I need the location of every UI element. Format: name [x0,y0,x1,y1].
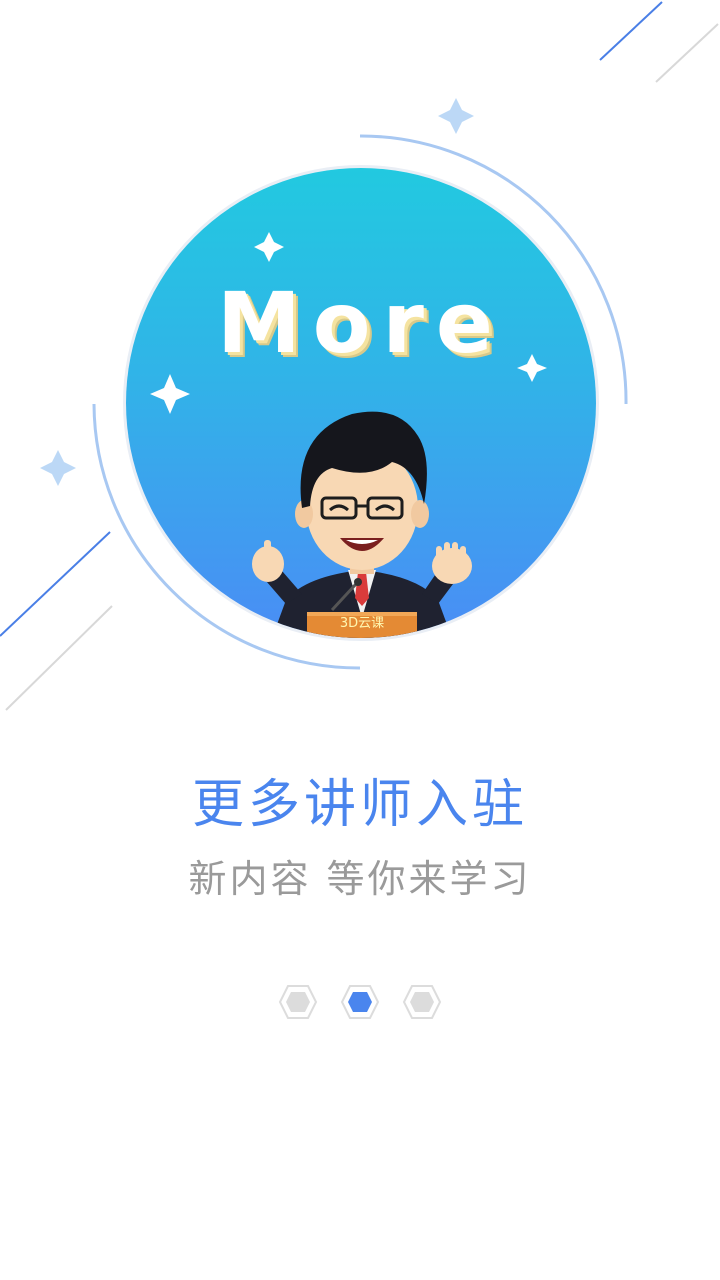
page-dot-3[interactable] [402,982,442,1022]
deco-line-top-dark [599,1,663,61]
podium-label: 3D云课 [339,616,385,631]
page-subtitle: 新内容 等你来学习 [188,857,532,901]
page-dot-1[interactable] [278,982,318,1022]
deco-line-top-light [655,23,719,83]
hero-illustration: More 3D云课 [126,168,596,638]
sparkle-icon [40,450,76,486]
page-title: 更多讲师入驻 [191,775,528,835]
page-dot-2-active[interactable] [340,982,380,1022]
page-indicator [278,982,442,1022]
deco-line-left-dark [0,531,111,637]
deco-line-left-light [5,605,113,711]
teacher-avatar [252,411,472,638]
sparkle-icon [438,98,474,134]
